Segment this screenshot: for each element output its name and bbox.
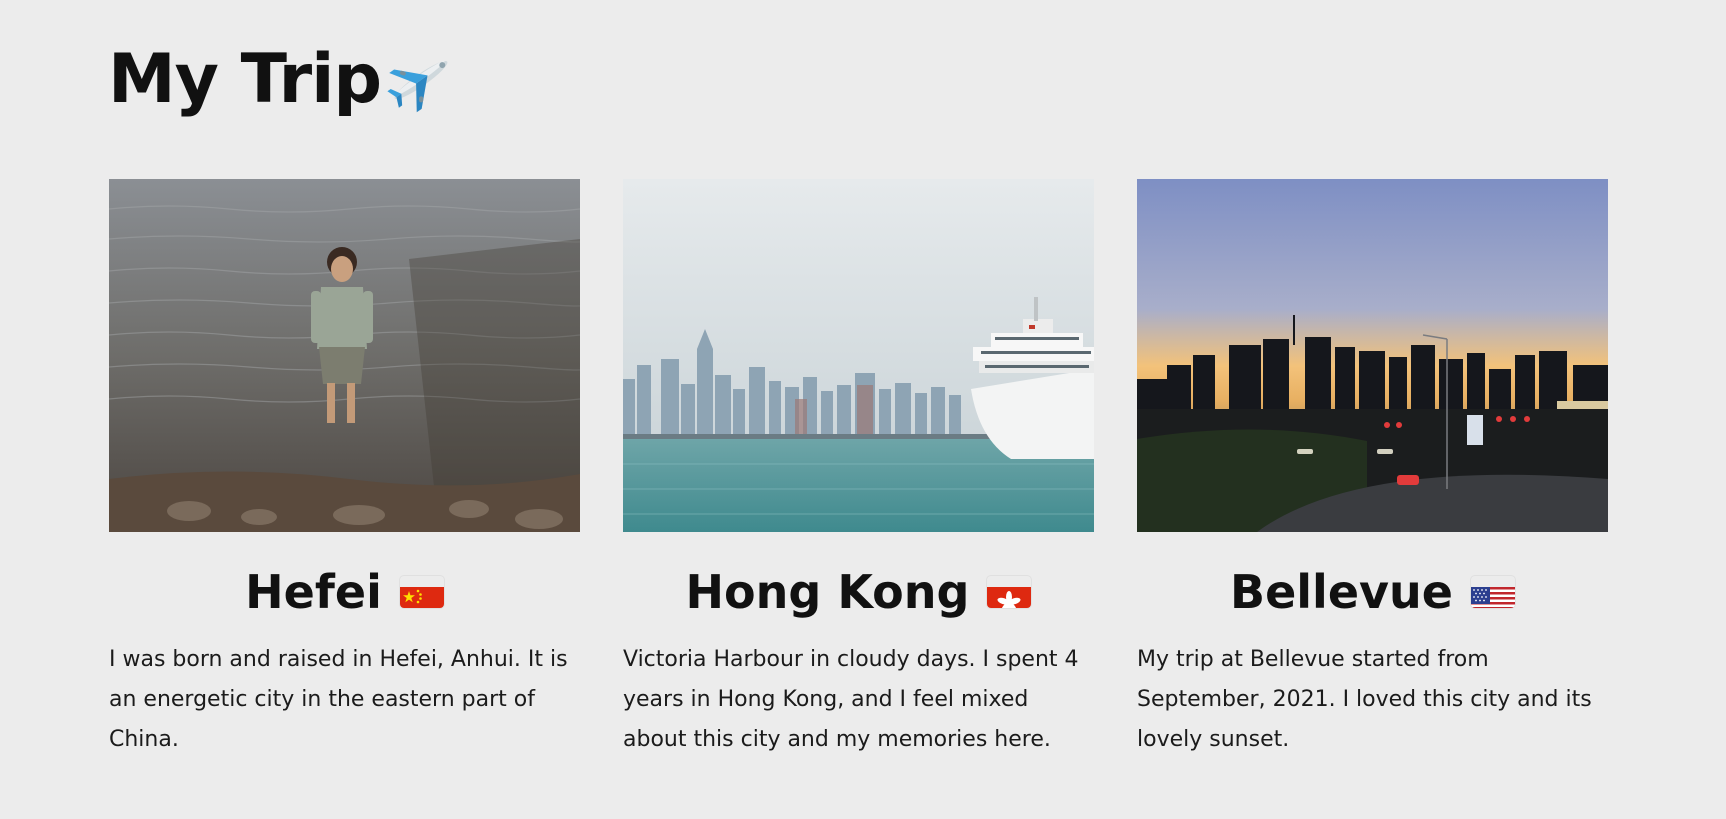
card-title-bellevue: Bellevue — [1137, 562, 1608, 622]
page-title-text: My Trip — [108, 40, 382, 119]
card-title-hefei: Hefei — [109, 562, 580, 622]
card-description-hefei: I was born and raised in Hefei, Anhui. I… — [109, 647, 568, 752]
card-description-bellevue: My trip at Bellevue started from Septemb… — [1137, 647, 1592, 752]
trip-card-hefei: Hefei I was born and raised in Hefei, An… — [109, 179, 580, 760]
card-city-name: Hong Kong — [685, 565, 970, 619]
page-title: My Trip — [108, 40, 457, 119]
trip-cards: Hefei I was born and raised in Hefei, An… — [109, 179, 1608, 760]
trip-card-bellevue: Bellevue My trip at Bellevue started fro… — [1137, 179, 1608, 760]
airplane-icon — [385, 44, 457, 116]
card-description-hong-kong: Victoria Harbour in cloudy days. I spent… — [623, 647, 1079, 752]
china-flag-icon — [399, 576, 444, 608]
hong-kong-photo — [623, 179, 1094, 532]
bellevue-photo — [1137, 179, 1608, 532]
card-title-hong-kong: Hong Kong — [623, 562, 1094, 622]
card-city-name: Hefei — [245, 565, 382, 619]
hefei-photo — [109, 179, 580, 532]
trip-card-hong-kong: Hong Kong Victoria Harbour in cloudy day… — [623, 179, 1094, 760]
trip-page: My Trip Hefei I was born and raised in H… — [0, 0, 1726, 819]
usa-flag-icon — [1470, 576, 1515, 608]
card-city-name: Bellevue — [1230, 565, 1453, 619]
hong-kong-flag-icon — [987, 576, 1032, 608]
